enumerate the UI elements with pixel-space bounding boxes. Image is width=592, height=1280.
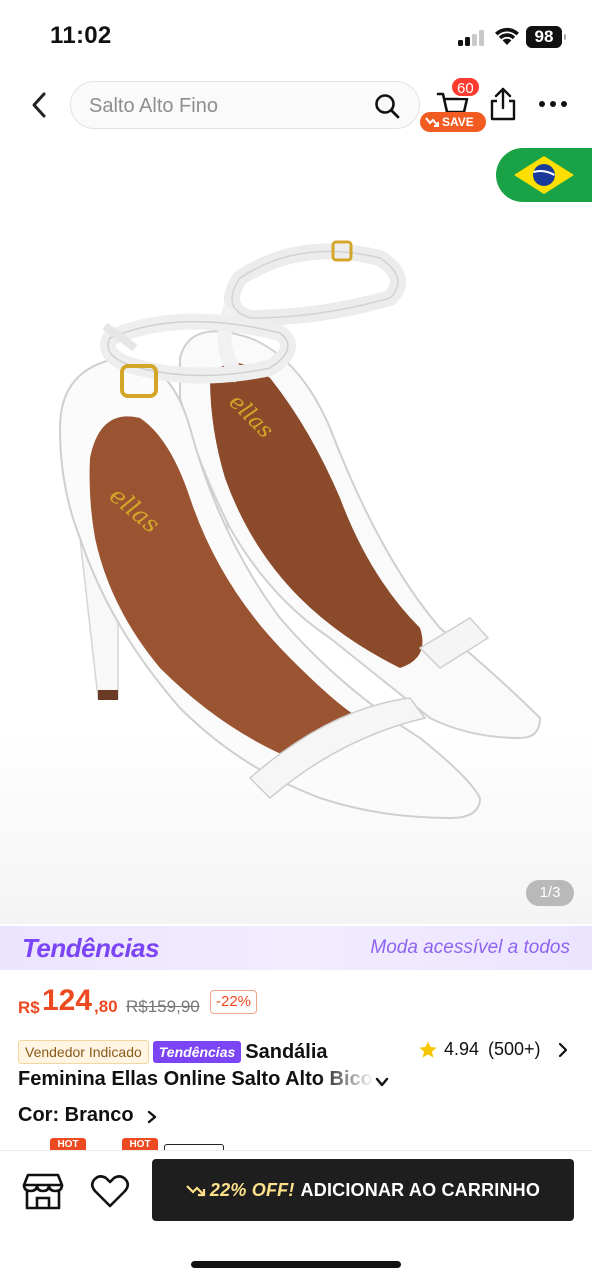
price-decimal: ,80 <box>94 997 118 1016</box>
discount-badge: -22% <box>210 990 258 1014</box>
hot-tag: HOT <box>50 1138 86 1150</box>
cta-offer: 22% OFF! <box>209 1179 295 1200</box>
color-label: Cor: Branco <box>18 1104 134 1126</box>
star-icon <box>419 1041 437 1058</box>
price-integer: 124 <box>42 984 93 1017</box>
chevron-left-icon <box>32 92 46 118</box>
store-icon[interactable] <box>22 1171 64 1211</box>
cta-label: ADICIONAR AO CARRINHO <box>300 1179 541 1200</box>
brazil-flag-icon[interactable] <box>496 148 592 202</box>
more-options-button[interactable] <box>536 92 570 116</box>
price-row: R$ 124 ,80 R$159,90 -22% <box>18 984 578 1024</box>
share-button[interactable] <box>488 86 522 124</box>
rating-value: 4.94 <box>444 1039 480 1059</box>
more-dots-icon <box>539 101 567 107</box>
back-button[interactable] <box>22 88 56 122</box>
search-placeholder: Salto Alto Fino <box>89 95 218 117</box>
trend-down-icon <box>186 1185 206 1197</box>
title-fade <box>318 1068 374 1094</box>
cellular-signal-icon <box>458 30 486 46</box>
status-time: 11:02 <box>50 22 112 49</box>
trend-down-icon <box>425 117 439 127</box>
top-navigation: Salto Alto Fino 60 <box>0 72 592 138</box>
hot-tag: HOT <box>122 1138 158 1150</box>
chevron-right-icon <box>558 1042 568 1058</box>
add-to-cart-button[interactable]: 22% OFF! ADICIONAR AO CARRINHO <box>152 1159 574 1221</box>
tendencias-logo: Tendências <box>22 933 160 963</box>
white-sandals-image: ellas ellas <box>58 240 542 820</box>
color-selector[interactable]: Cor: Branco <box>18 1104 158 1132</box>
wifi-icon <box>495 27 519 45</box>
seller-tag: Vendedor Indicado <box>18 1040 149 1064</box>
cart-count-badge: 60 <box>450 76 481 98</box>
product-image-carousel[interactable]: ellas ellas 1/3 <box>0 138 592 924</box>
rating-summary[interactable]: 4.94 (500+) <box>418 1038 578 1064</box>
tendencias-banner[interactable]: Tendências Moda acessível a todos <box>0 926 592 970</box>
image-page-indicator: 1/3 <box>526 880 574 906</box>
search-icon[interactable] <box>373 92 401 120</box>
home-indicator <box>191 1261 401 1268</box>
trend-tag: Tendências <box>152 1041 242 1063</box>
original-price: R$159,90 <box>126 997 200 1016</box>
variant-options-peek[interactable]: HOT HOT <box>18 1138 318 1150</box>
rating-count: (500+) <box>488 1039 541 1059</box>
chevron-right-icon <box>147 1110 157 1123</box>
share-icon <box>490 87 516 121</box>
product-title[interactable]: Vendedor Indicado Tendências Sandália Femi… <box>18 1040 398 1094</box>
chevron-down-icon[interactable] <box>374 1074 390 1090</box>
save-label: SAVE <box>442 115 474 129</box>
battery-indicator: 98 <box>526 26 566 48</box>
price-currency: R$ <box>18 998 40 1017</box>
search-input[interactable]: Salto Alto Fino <box>70 81 420 129</box>
status-bar: 11:02 98 <box>0 0 592 72</box>
tendencias-tagline: Moda acessível a todos <box>370 937 570 958</box>
save-badge: SAVE <box>420 112 486 132</box>
bottom-action-bar: 22% OFF! ADICIONAR AO CARRINHO <box>0 1150 592 1280</box>
product-title-line1: Sandália <box>245 1040 328 1063</box>
heart-icon[interactable] <box>90 1173 130 1209</box>
